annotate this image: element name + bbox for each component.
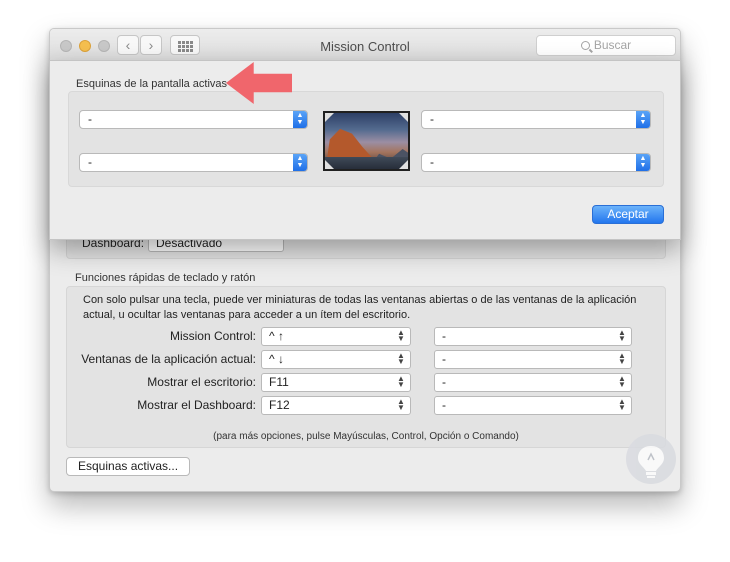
top-left-corner-popup[interactable]: - ▲ ▼ — [79, 110, 308, 129]
mission-control-mouse-popup[interactable]: - ▲ ▼ — [434, 327, 632, 346]
desktop-preview-image — [323, 111, 410, 171]
modifier-keys-note: (para más opciones, pulse Mayúsculas, Co… — [213, 431, 519, 442]
popup-value: - — [442, 375, 446, 389]
show-dashboard-mouse-popup[interactable]: - ▲ ▼ — [434, 396, 632, 415]
popup-value: F11 — [269, 375, 289, 389]
chevron-updown-icon: ▲ ▼ — [636, 154, 650, 171]
popup-value: - — [88, 155, 92, 169]
top-right-corner-popup[interactable]: - ▲ ▼ — [421, 110, 651, 129]
corner-marker-icon — [325, 113, 334, 122]
popup-value: - — [442, 329, 446, 343]
search-field[interactable]: Buscar — [536, 35, 676, 56]
popup-value: ^ ↓ — [269, 352, 284, 366]
shortcut-label-app-windows: Ventanas de la aplicación actual: — [81, 352, 256, 366]
popup-value: F12 — [269, 398, 290, 412]
chevron-updown-icon: ▲ ▼ — [397, 397, 405, 412]
corner-marker-icon — [325, 160, 334, 169]
watermark-logo — [626, 434, 676, 484]
corner-marker-icon — [399, 160, 408, 169]
title-bar: ‹ › Mission Control Buscar — [50, 29, 680, 63]
shortcuts-section-title: Funciones rápidas de teclado y ratón — [75, 272, 256, 284]
chevron-updown-icon: ▲ ▼ — [397, 351, 405, 366]
chevron-updown-icon: ▲ ▼ — [618, 351, 626, 366]
chevron-updown-icon: ▲ ▼ — [618, 374, 626, 389]
show-desktop-mouse-popup[interactable]: - ▲ ▼ — [434, 373, 632, 392]
hot-corners-button[interactable]: Esquinas activas... — [66, 457, 191, 476]
popup-value: - — [430, 112, 434, 126]
bottom-left-corner-popup[interactable]: - ▲ ▼ — [79, 153, 308, 172]
chevron-updown-icon: ▲ ▼ — [397, 374, 405, 389]
app-windows-mouse-popup[interactable]: - ▲ ▼ — [434, 350, 632, 369]
sheet-title: Esquinas de la pantalla activas — [76, 78, 228, 90]
popup-value: - — [442, 398, 446, 412]
popup-value: - — [430, 155, 434, 169]
chevron-updown-icon: ▲ ▼ — [618, 397, 626, 412]
chevron-updown-icon: ▲ ▼ — [618, 328, 626, 343]
show-desktop-keyboard-popup[interactable]: F11 ▲ ▼ — [261, 373, 411, 392]
app-windows-keyboard-popup[interactable]: ^ ↓ ▲ ▼ — [261, 350, 411, 369]
search-icon — [580, 41, 590, 50]
corner-marker-icon — [399, 113, 408, 122]
chevron-updown-icon: ▲ ▼ — [293, 111, 307, 128]
hot-corners-sheet: Esquinas de la pantalla activas - ▲ ▼ - ▲… — [49, 60, 681, 240]
chevron-updown-icon: ▲ ▼ — [636, 111, 650, 128]
mission-control-keyboard-popup[interactable]: ^ ↑ ▲ ▼ — [261, 327, 411, 346]
bottom-right-corner-popup[interactable]: - ▲ ▼ — [421, 153, 651, 172]
chevron-updown-icon: ▲ ▼ — [293, 154, 307, 171]
shortcut-label-mission-control: Mission Control: — [169, 329, 256, 343]
shortcut-label-show-desktop: Mostrar el escritorio: — [147, 375, 256, 389]
chevron-updown-icon: ▲ ▼ — [397, 328, 405, 343]
popup-value: - — [442, 352, 446, 366]
shortcuts-description: Con solo pulsar una tecla, puede ver min… — [83, 294, 637, 321]
popup-value: ^ ↑ — [269, 329, 284, 343]
search-placeholder: Buscar — [593, 38, 632, 52]
ok-button[interactable]: Aceptar — [592, 205, 664, 224]
show-dashboard-keyboard-popup[interactable]: F12 ▲ ▼ — [261, 396, 411, 415]
popup-value: - — [88, 112, 92, 126]
shortcut-label-show-dashboard: Mostrar el Dashboard: — [137, 398, 256, 412]
